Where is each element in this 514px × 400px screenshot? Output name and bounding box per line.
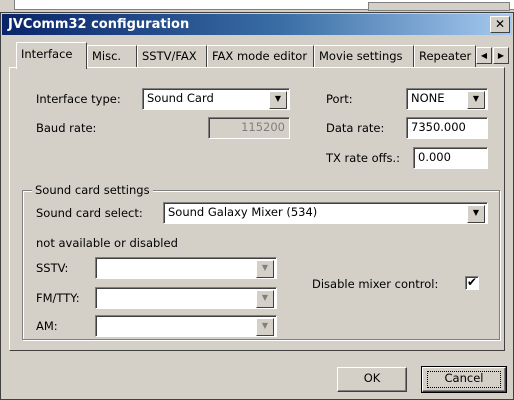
tab-repeater[interactable]: Repeater [414, 45, 476, 67]
close-button[interactable]: ✕ [490, 16, 510, 33]
data-rate-input[interactable]: 7350.000 [406, 117, 488, 139]
interface-type-value: Sound Card [147, 91, 214, 105]
arrow-right-icon: ▶ [497, 51, 505, 60]
chevron-down-icon[interactable]: ▼ [269, 91, 287, 109]
tx-rate-offset-label: TX rate offs.: [326, 151, 401, 165]
close-icon: ✕ [494, 17, 506, 31]
baud-rate-label: Baud rate: [36, 121, 97, 135]
background-window-strip [0, 0, 514, 11]
port-value: NONE [411, 91, 445, 105]
am-label: AM: [36, 319, 58, 333]
tx-rate-offset-input[interactable]: 0.000 [413, 147, 488, 169]
focus-rectangle [427, 371, 501, 388]
sound-card-group-title: Sound card settings [32, 183, 153, 197]
am-mixer-select: ▼ [95, 315, 277, 337]
port-select[interactable]: NONE ▼ [406, 88, 488, 110]
tab-misc[interactable]: Misc. [87, 45, 137, 67]
tab-scroll-right-button[interactable]: ▶ [493, 47, 509, 64]
tab-movie-settings[interactable]: Movie settings [314, 45, 414, 67]
sound-card-select-value: Sound Galaxy Mixer (534) [168, 205, 318, 219]
background-window-edge [0, 0, 15, 10]
data-rate-label: Data rate: [326, 121, 385, 135]
chevron-down-icon[interactable]: ▼ [467, 205, 485, 223]
sound-card-select[interactable]: Sound Galaxy Mixer (534) ▼ [163, 202, 488, 224]
checkmark-icon: ✔ [466, 275, 478, 289]
sstv-mixer-select: ▼ [95, 257, 277, 279]
sound-card-select-label: Sound card select: [36, 206, 143, 220]
fm-tty-mixer-select: ▼ [95, 287, 277, 309]
disable-mixer-label: Disable mixer control: [312, 277, 439, 291]
chevron-down-icon: ▼ [256, 260, 274, 278]
fm-tty-label: FM/TTY: [36, 291, 80, 305]
interface-type-label: Interface type: [36, 92, 121, 106]
disable-mixer-checkbox[interactable]: ✔ [465, 276, 479, 290]
tab-sstv-fax[interactable]: SSTV/FAX [137, 45, 207, 67]
chevron-down-icon: ▼ [256, 318, 274, 336]
ok-button[interactable]: OK [337, 367, 407, 392]
window-title: JVComm32 configuration [8, 17, 190, 32]
baud-rate-field: 115200 [208, 117, 290, 139]
interface-type-select[interactable]: Sound Card ▼ [142, 88, 290, 110]
port-label: Port: [326, 92, 353, 106]
tab-scroll-left-button[interactable]: ◀ [476, 47, 492, 64]
mixer-status-text: not available or disabled [36, 236, 178, 250]
tab-interface[interactable]: Interface [16, 42, 87, 69]
arrow-left-icon: ◀ [480, 51, 488, 60]
chevron-down-icon[interactable]: ▼ [467, 91, 485, 109]
tab-fax-mode-editor[interactable]: FAX mode editor [207, 45, 314, 67]
background-window-scrollbar [368, 2, 510, 11]
cancel-button[interactable]: Cancel [421, 366, 507, 393]
sstv-label: SSTV: [36, 261, 69, 275]
chevron-down-icon: ▼ [256, 290, 274, 308]
